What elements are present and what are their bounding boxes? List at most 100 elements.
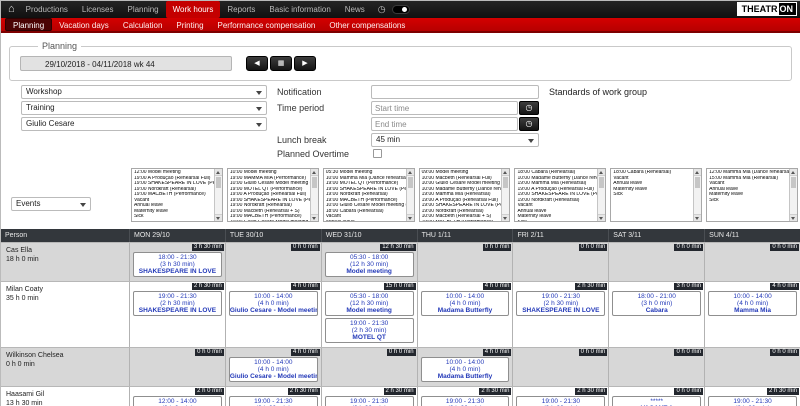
notification-input[interactable] [371, 85, 539, 99]
shift-entry[interactable]: 10:00 - 14:00(4 h 0 min)Giulio Cesare - … [229, 291, 318, 316]
day-cell[interactable]: 0 h 0 min [704, 348, 800, 386]
calendar-button[interactable]: ▦ [270, 56, 292, 71]
scroll-thumb[interactable] [599, 177, 604, 188]
scrollbar[interactable] [597, 169, 605, 221]
day-cell[interactable]: 2 h 0 min12:00 - 14:00(2 h 0 min)Model m… [129, 387, 225, 406]
scroll-down-arrow[interactable] [790, 214, 797, 221]
date-range-input[interactable]: 29/10/2018 - 04/11/2018 wk 44 [20, 56, 232, 71]
next-week-button[interactable]: ▶ [294, 56, 316, 71]
day-cell[interactable]: 0 h 0 min [225, 243, 321, 281]
scroll-up-arrow[interactable] [311, 169, 318, 176]
scroll-up-arrow[interactable] [407, 169, 414, 176]
topnav-item-productions[interactable]: Productions [19, 1, 75, 18]
prev-week-button[interactable]: ◀ [246, 56, 268, 71]
shift-entry[interactable]: *****VACANT 1 [612, 396, 701, 406]
scrollbar[interactable] [693, 169, 701, 221]
events-list-sat-3-11[interactable]: 18:00 Cabara (Rehearsal)VacantAnnual lea… [610, 168, 702, 222]
day-cell[interactable]: 2 h 30 min19:00 - 21:30(2 h 30 min)Mamma… [704, 387, 800, 406]
day-cell[interactable]: 2 h 30 min19:00 - 21:30(2 h 30 min)MACBE… [321, 387, 417, 406]
day-cell[interactable]: 4 h 0 min10:00 - 14:00(4 h 0 min)Madama … [417, 282, 513, 347]
notification-toggle[interactable] [392, 5, 410, 14]
scrollbar[interactable] [501, 169, 509, 221]
day-cell[interactable]: 12 h 30 min05:30 - 18:00(12 h 30 min)Mod… [321, 243, 417, 281]
shift-entry[interactable]: 05:30 - 18:00(12 h 30 min)Model meeting [325, 291, 414, 316]
shift-entry[interactable]: 10:00 - 14:00(4 h 0 min)Giulio Cesare - … [229, 357, 318, 382]
scroll-up-arrow[interactable] [502, 169, 509, 176]
day-cell[interactable]: 15 h 0 min05:30 - 18:00(12 h 30 min)Mode… [321, 282, 417, 347]
scroll-thumb[interactable] [791, 177, 796, 188]
subnav-item-printing[interactable]: Printing [169, 18, 210, 31]
subnav-item-calculation[interactable]: Calculation [116, 18, 170, 31]
start-time-input[interactable] [371, 101, 518, 115]
filter-select-workshop[interactable]: Workshop [21, 85, 267, 99]
events-list-tue-30-10[interactable]: 10:00 Model meeting19:00 MAMMA MIA (Perf… [227, 168, 319, 222]
day-cell[interactable]: 2 h 30 min19:00 - 21:30(2 h 30 min)SHAKE… [512, 282, 608, 347]
shift-entry[interactable]: 19:00 - 21:30(2 h 30 min)Mamma Mia [708, 396, 797, 406]
scroll-up-arrow[interactable] [790, 169, 797, 176]
topnav-item-licenses[interactable]: Licenses [75, 1, 121, 18]
shift-entry[interactable]: 18:00 - 21:00(3 h 0 min)Cabara [612, 291, 701, 316]
day-cell[interactable]: 3 h 30 min18:00 - 21:30(3 h 30 min)SHAKE… [129, 243, 225, 281]
topnav-item-news[interactable]: News [338, 1, 372, 18]
event-option[interactable]: Sick [611, 192, 693, 198]
shift-entry[interactable]: 12:00 - 14:00(2 h 0 min)Model meeting [133, 396, 222, 406]
scrollbar[interactable] [214, 169, 222, 221]
end-time-clock-button[interactable]: ◷ [519, 117, 539, 131]
clock-icon[interactable]: ◷ [378, 4, 386, 15]
subnav-item-planning[interactable]: Planning [5, 18, 52, 31]
filter-select-giulio-cesare[interactable]: Giulio Cesare [21, 117, 267, 131]
topnav-item-reports[interactable]: Reports [220, 1, 262, 18]
day-cell[interactable]: 0 h 0 min [321, 348, 417, 386]
shift-entry[interactable]: 10:00 - 14:00(4 h 0 min)Mamma Mia [708, 291, 797, 316]
shift-entry[interactable]: 18:00 - 21:30(3 h 30 min)SHAKESPEARE IN … [133, 252, 222, 277]
scroll-thumb[interactable] [312, 177, 317, 188]
topnav-item-work-hours[interactable]: Work hours [166, 1, 221, 18]
day-cell[interactable]: 4 h 0 min10:00 - 14:00(4 h 0 min)Madama … [417, 348, 513, 386]
day-cell[interactable]: 2 h 30 min19:00 - 21:30(2 h 30 min)SHAKE… [129, 282, 225, 347]
day-cell[interactable]: 0 h 0 min [129, 348, 225, 386]
day-cell[interactable]: 4 h 0 min10:00 - 14:00(4 h 0 min)Giulio … [225, 282, 321, 347]
scroll-up-arrow[interactable] [598, 169, 605, 176]
shift-entry[interactable]: 19:00 - 21:30(2 h 30 min)MOTEL QT [325, 318, 414, 343]
scroll-thumb[interactable] [216, 177, 221, 188]
end-time-input[interactable] [371, 117, 518, 131]
day-cell[interactable]: 0 h 0 min [512, 243, 608, 281]
scroll-up-arrow[interactable] [215, 169, 222, 176]
day-cell[interactable]: 0 h 0 min [608, 348, 704, 386]
scroll-thumb[interactable] [408, 177, 413, 188]
shift-entry[interactable]: 10:00 - 14:00(4 h 0 min)Madama Butterfly [421, 357, 510, 382]
topnav-item-basic-information[interactable]: Basic information [262, 1, 337, 18]
events-list-sun-4-11[interactable]: 12:00 Mamma Mia (Dance rehearsal)15:00 M… [706, 168, 798, 222]
scroll-down-arrow[interactable] [502, 214, 509, 221]
event-option[interactable]: Annual leave [324, 220, 406, 222]
shift-entry[interactable]: 05:30 - 18:00(12 h 30 min)Model meeting [325, 252, 414, 277]
shift-entry[interactable]: 10:00 - 14:00(4 h 0 min)Madama Butterfly [421, 291, 510, 316]
topnav-item-planning[interactable]: Planning [120, 1, 165, 18]
events-list-wed-31-10[interactable]: 05:30 Model meeting10:00 Mamma Mia (Danc… [323, 168, 415, 222]
scroll-up-arrow[interactable] [694, 169, 701, 176]
events-list-mon-29-10[interactable]: 12:00 Model meeting19:00 A Produção (Reh… [131, 168, 223, 222]
scrollbar[interactable] [406, 169, 414, 221]
day-cell[interactable]: 2 h 30 min19:00 - 21:30(2 h 30 min)A Pro… [417, 387, 513, 406]
events-select[interactable]: Events [11, 197, 91, 211]
lunch-break-select[interactable]: 45 min [371, 133, 539, 147]
events-list-fri-2-11[interactable]: 18:00 Cabara (Rehearsal)10:00 Madame But… [514, 168, 606, 222]
day-cell[interactable]: 0 h 0 min [704, 243, 800, 281]
planned-overtime-checkbox[interactable] [373, 149, 382, 158]
day-cell[interactable]: 0 h 0 min [417, 243, 513, 281]
shift-entry[interactable]: 19:00 - 21:30(2 h 30 min)Nordkraft [229, 396, 318, 406]
event-option[interactable]: 19:00 MACBETH (Performance) [420, 220, 502, 222]
shift-entry[interactable]: 19:00 - 21:30(2 h 30 min)SHAKESPEARE IN … [516, 291, 605, 316]
subnav-item-performance-compensation[interactable]: Performance compensation [211, 18, 323, 31]
day-cell[interactable]: 0 h 0 min [608, 243, 704, 281]
subnav-item-vacation-days[interactable]: Vacation days [52, 18, 116, 31]
day-cell[interactable]: 4 h 0 min10:00 - 14:00(4 h 0 min)Giulio … [225, 348, 321, 386]
scroll-thumb[interactable] [695, 177, 700, 188]
shift-entry[interactable]: 19:00 - 21:30(2 h 30 min)Mamma Mia [516, 396, 605, 406]
shift-entry[interactable]: 19:00 - 21:30(2 h 30 min)SHAKESPEARE IN … [133, 291, 222, 316]
day-cell[interactable]: 0 h 0 min*****VACANT 1 [608, 387, 704, 406]
event-option[interactable]: Sick [515, 220, 597, 222]
start-time-clock-button[interactable]: ◷ [519, 101, 539, 115]
subnav-item-other-compensations[interactable]: Other compensations [322, 18, 412, 31]
home-icon[interactable]: ⌂ [8, 2, 15, 17]
